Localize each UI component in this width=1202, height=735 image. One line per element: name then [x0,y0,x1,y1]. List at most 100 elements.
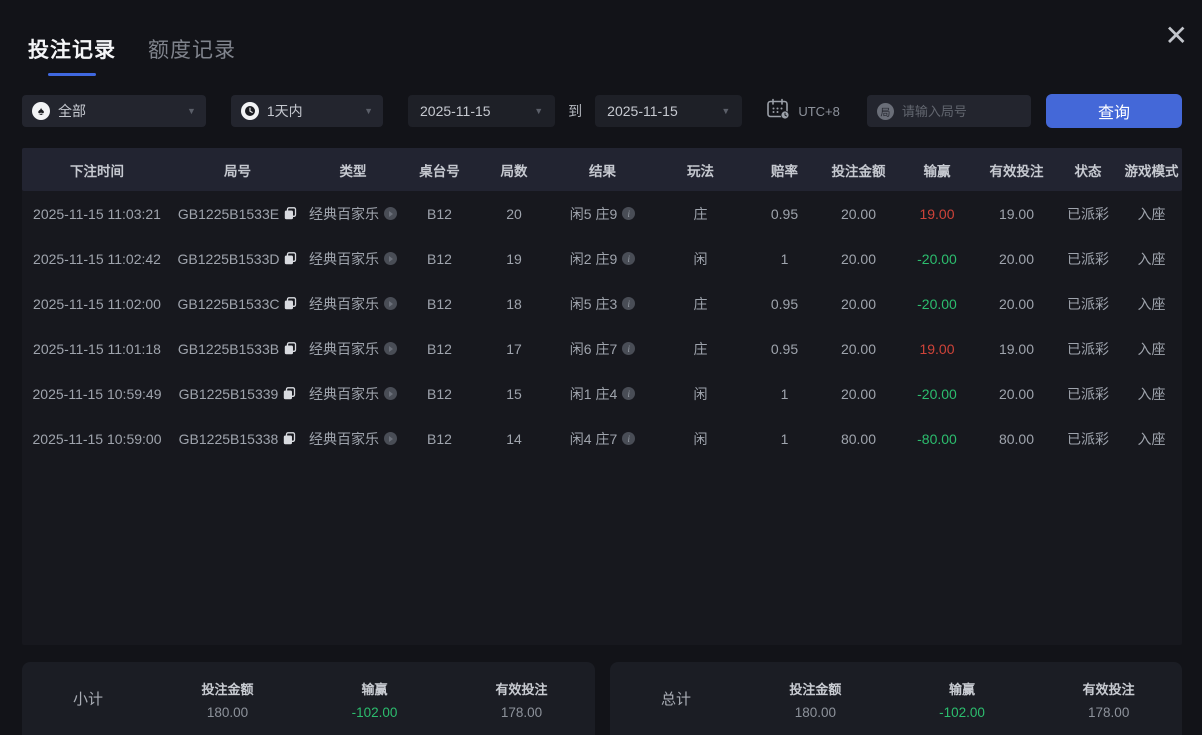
date-to-value: 2025-11-15 [607,103,678,119]
round-id-cell: GB1225B15338 [172,431,303,447]
game-type-cell: 经典百家乐 [303,384,403,404]
date-to-picker[interactable]: 2025-11-15 ▼ [595,95,743,127]
round-id: GB1225B1533D [177,250,280,267]
win-loss: -20.00 [917,250,957,267]
replay-icon[interactable] [384,252,397,265]
valid-bet: 20.00 [998,250,1035,267]
info-icon[interactable]: i [622,387,636,400]
table-row: 2025-11-15 11:02:42 GB1225B1533D 经典百家乐 B… [22,236,1182,281]
round-number: 18 [506,295,522,312]
game-mode: 入座 [1137,205,1166,222]
query-button[interactable]: 查询 [1045,94,1182,128]
table-row: 2025-11-15 10:59:00 GB1225B15338 经典百家乐 B… [22,416,1182,461]
col-header: 状态 [1074,163,1102,179]
close-icon[interactable]: ✕ [1165,22,1188,50]
bet-amount: 20.00 [840,250,877,267]
to-label: 到 [568,103,583,119]
valid-bet: 20.00 [998,385,1035,402]
time-range-select[interactable]: 1天内 ▼ [230,95,383,127]
chevron-down-icon: ▼ [364,106,373,116]
copy-icon[interactable] [284,252,297,265]
bet-time: 2025-11-15 11:02:00 [33,295,161,312]
result-value: 闲5 庄3 [569,295,618,312]
timezone-indicator: UTC+8 [766,98,840,125]
result-cell: 闲1 庄4 i [552,384,653,404]
replay-icon[interactable] [384,207,397,220]
calendar-clock-icon[interactable] [766,98,790,125]
bet-amount: 80.00 [840,430,877,447]
status: 已派彩 [1067,250,1109,267]
tab-bet-records[interactable]: 投注记录 [28,34,116,76]
date-from-picker[interactable]: 2025-11-15 ▼ [408,95,556,127]
win-loss: 19.00 [919,205,955,222]
play-type: 庄 [693,205,708,222]
info-icon[interactable]: i [622,252,636,265]
replay-icon[interactable] [384,387,397,400]
round-id-cell: GB1225B1533E [172,206,303,222]
result-value: 闲5 庄9 [569,205,618,222]
total-valid-bet: 有效投注 178.00 [1082,682,1135,720]
info-icon[interactable]: i [622,207,636,220]
game-type-cell: 经典百家乐 [303,294,403,314]
win-loss: -20.00 [917,295,957,312]
table-number: B12 [427,340,452,357]
result-cell: 闲5 庄9 i [552,204,653,224]
total-bet-amount: 投注金额 180.00 [789,682,842,720]
valid-bet: 20.00 [998,295,1035,312]
col-header: 输赢 [923,163,951,179]
table-number: B12 [427,250,452,267]
win-loss: -20.00 [917,385,957,402]
bet-time: 2025-11-15 11:02:42 [33,250,161,267]
table-header-row: 下注时间 局号 类型 桌台号 局数 结果 玩法 赔率 投注金额 输赢 有效投注 … [22,148,1182,191]
round-id: GB1225B15338 [178,430,279,447]
copy-icon[interactable] [284,342,297,355]
replay-icon[interactable] [384,342,397,355]
copy-icon[interactable] [283,387,296,400]
game-type-select[interactable]: ♠ 全部 ▼ [22,95,206,127]
game-type-value: 全部 [58,103,86,119]
valid-bet: 19.00 [998,340,1035,357]
game-type: 经典百家乐 [309,250,379,267]
round-number: 17 [506,340,522,357]
col-header: 有效投注 [989,163,1044,179]
table-number: B12 [427,205,452,222]
game-type-cell: 经典百家乐 [303,249,403,269]
table-row: 2025-11-15 11:03:21 GB1225B1533E 经典百家乐 B… [22,191,1182,236]
copy-icon[interactable] [283,432,296,445]
bet-amount: 20.00 [840,295,877,312]
copy-icon[interactable] [284,207,297,220]
col-header: 投注金额 [831,163,886,179]
replay-icon[interactable] [384,432,397,445]
status: 已派彩 [1067,385,1109,402]
game-mode: 入座 [1137,295,1166,312]
round-search-input[interactable] [901,103,1012,119]
filter-bar: ♠ 全部 ▼ 1天内 ▼ 2025-11-15 ▼ 到 2025-11-15 ▼ [22,94,1182,128]
info-icon[interactable]: i [622,342,636,355]
info-icon[interactable]: i [622,432,636,445]
copy-icon[interactable] [284,297,297,310]
tab-quota-records[interactable]: 额度记录 [148,34,236,76]
table-number: B12 [427,385,452,402]
play-type: 闲 [693,430,708,447]
round-id: GB1225B1533E [177,205,280,222]
valid-bet: 80.00 [998,430,1035,447]
play-type: 闲 [693,385,708,402]
table-number: B12 [427,430,452,447]
bet-time: 2025-11-15 11:01:18 [33,340,161,357]
subtotal-bet-amount: 投注金额 180.00 [201,682,254,720]
col-header: 玩法 [687,163,714,179]
table-body: 2025-11-15 11:03:21 GB1225B1533E 经典百家乐 B… [22,191,1182,461]
clock-icon [240,102,259,120]
timezone-label: UTC+8 [798,103,840,119]
chevron-down-icon: ▼ [534,106,544,116]
info-icon[interactable]: i [622,297,636,310]
subtotal-win-loss: 输赢 -102.00 [351,682,398,720]
game-mode: 入座 [1137,430,1166,447]
tab-bar: 投注记录 额度记录 [28,34,236,76]
replay-icon[interactable] [384,297,397,310]
round-id: GB1225B15339 [178,385,279,402]
game-type-cell: 经典百家乐 [303,204,403,224]
col-header: 游戏模式 [1124,163,1179,179]
game-type: 经典百家乐 [309,295,379,312]
game-type: 经典百家乐 [309,385,379,402]
